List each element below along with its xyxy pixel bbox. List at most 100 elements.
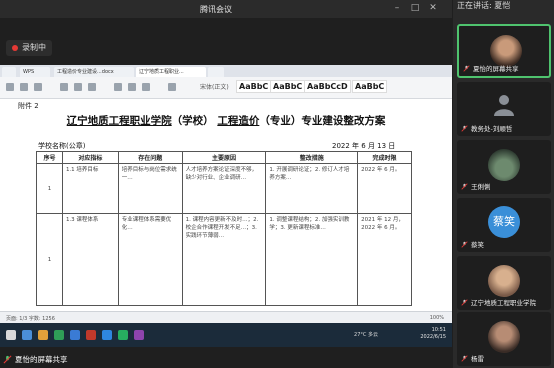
browser-tab[interactable] xyxy=(2,67,16,77)
recording-indicator[interactable]: 录制中 xyxy=(6,40,52,56)
browser-tab[interactable]: 工程造价专业建设...docx xyxy=(54,67,134,77)
font-selector[interactable]: 宋体(正文) xyxy=(200,82,229,91)
taskbar-clock[interactable]: 10:51 2022/6/15 xyxy=(420,327,446,341)
participant-avatar: 蔡笑 xyxy=(488,206,520,238)
title-suffix: （专业）专业建设整改方案 xyxy=(259,115,386,127)
zoom-level[interactable]: 100% xyxy=(430,315,444,321)
italic-icon[interactable] xyxy=(74,83,82,91)
file-explorer-icon[interactable] xyxy=(38,330,48,340)
participant-avatar xyxy=(488,149,520,181)
style-preset[interactable]: AaBbC xyxy=(270,80,306,93)
participant-name: 杨雷 xyxy=(471,355,484,363)
align-right-icon[interactable] xyxy=(142,83,150,91)
measure-cell: 1. 开展调研论证；2. 修订人才培养方案… xyxy=(265,163,359,214)
list-icon[interactable] xyxy=(168,83,176,91)
bold-icon[interactable] xyxy=(60,83,68,91)
start-icon[interactable] xyxy=(6,330,16,340)
mic-muted-icon xyxy=(3,355,12,363)
measure-cell: 1. 调整课程结构；2. 加强实训教学；3. 更新课程标准… xyxy=(265,213,359,306)
participant-name: 蔡笑 xyxy=(471,241,484,249)
participant-tile[interactable]: 辽宁地质工程职业学院 xyxy=(457,256,551,310)
wps-icon[interactable] xyxy=(86,330,96,340)
browser-icon[interactable] xyxy=(70,330,80,340)
minimize-icon[interactable]: – xyxy=(392,3,402,13)
deadline-cell: 2021 年 12 月，2022 年 6 月。 xyxy=(357,213,412,306)
tencent-meeting-icon[interactable] xyxy=(102,330,112,340)
copy-icon[interactable] xyxy=(34,83,42,91)
problem-cell: 培养目标与岗位需求统一… xyxy=(117,163,183,214)
row-number: 1 xyxy=(36,163,63,214)
clock-date: 2022/6/15 xyxy=(420,334,446,340)
participant-avatar xyxy=(488,321,520,353)
active-speaker-label: 正在讲话: 夏恺 xyxy=(457,1,511,10)
document-date: 2022 年 6 月 13 日 xyxy=(332,142,396,150)
mic-muted-icon xyxy=(461,241,468,248)
ribbon-toolbar: 宋体(正文) AaBbC AaBbC AaBbCcD AaBbC xyxy=(0,77,452,99)
app-icon[interactable] xyxy=(134,330,144,340)
participant-tile[interactable]: 教务处-刘顺哲 xyxy=(457,82,551,136)
participant-name: 王俐俐 xyxy=(471,183,491,191)
maximize-icon[interactable]: □ xyxy=(410,3,420,13)
recording-dot-icon xyxy=(12,45,18,51)
deadline-cell: 2022 年 6 月。 xyxy=(357,163,412,214)
table-row: 1 1.1 培养目标 培养目标与岗位需求统一… 人才培养方案论证深度不够，缺少对… xyxy=(36,163,412,214)
header-cell: 对应指标 xyxy=(61,151,119,164)
participant-panel: 正在讲话: 夏恺 夏怡的屏幕共享 教务处-刘顺哲 王俐俐 蔡笑 蔡笑 辽宁地质工… xyxy=(453,0,554,368)
mic-muted-icon xyxy=(461,125,468,132)
participant-avatar xyxy=(488,265,520,297)
mic-muted-icon xyxy=(463,65,470,72)
meeting-title-bar: 腾讯会议 – □ ✕ xyxy=(0,0,452,18)
row-number: 1 xyxy=(36,213,63,306)
clock-time: 10:51 xyxy=(431,327,446,333)
problem-cell: 专业课程体系需要优化… xyxy=(117,213,183,306)
new-tab-button[interactable] xyxy=(208,67,224,77)
paste-icon[interactable] xyxy=(6,83,14,91)
align-center-icon[interactable] xyxy=(128,83,136,91)
style-preset[interactable]: AaBbC xyxy=(352,80,388,93)
header-cell: 主要原因 xyxy=(181,151,267,164)
document-title: 辽宁地质工程职业学院（学校） 工程造价（专业）专业建设整改方案 xyxy=(0,113,452,128)
indicator-cell: 1.1 培养目标 xyxy=(61,163,119,214)
browser-tab-active[interactable]: 辽宁地质工程职业... xyxy=(136,67,206,77)
header-cell: 整改措施 xyxy=(265,151,359,164)
close-icon[interactable]: ✕ xyxy=(428,3,438,13)
wechat-icon[interactable] xyxy=(54,330,64,340)
mic-muted-icon xyxy=(461,183,468,190)
title-school-suffix: （学校） xyxy=(171,115,214,127)
header-cell: 存在问题 xyxy=(117,151,183,164)
underline-icon[interactable] xyxy=(88,83,96,91)
style-preset[interactable]: AaBbC xyxy=(236,80,272,93)
app-icon[interactable] xyxy=(118,330,128,340)
mic-muted-icon xyxy=(461,355,468,362)
participant-tile[interactable]: 王俐俐 xyxy=(457,140,551,194)
indicator-cell: 1.3 课程体系 xyxy=(61,213,119,306)
meeting-app-title: 腾讯会议 xyxy=(200,5,232,14)
rectification-table: 序号 对应指标 存在问题 主要原因 整改措施 完成时限 1 1.1 培养目标 培… xyxy=(36,151,412,306)
document-page[interactable]: 附件 2 辽宁地质工程职业学院（学校） 工程造价（专业）专业建设整改方案 学校名… xyxy=(0,99,452,311)
annex-label: 附件 2 xyxy=(18,102,39,110)
participant-name: 夏怡的屏幕共享 xyxy=(473,65,519,73)
table-row: 1 1.3 课程体系 专业课程体系需要优化… 1. 课程内容更新不及时…；2. … xyxy=(36,213,412,306)
screen-share-banner[interactable]: 夏怡的屏幕共享 xyxy=(0,352,68,366)
participant-name: 辽宁地质工程职业学院 xyxy=(471,299,536,307)
windows-taskbar: 27°C 多云 10:51 2022/6/15 xyxy=(0,323,452,347)
user-icon xyxy=(494,95,514,116)
search-icon[interactable] xyxy=(22,330,32,340)
participant-tile[interactable]: 杨雷 xyxy=(457,312,551,366)
weather-widget[interactable]: 27°C 多云 xyxy=(354,331,378,338)
cause-cell: 人才培养方案论证深度不够，缺少对行业、企业调研… xyxy=(181,163,267,214)
cut-icon[interactable] xyxy=(20,83,28,91)
cause-cell: 1. 课程内容更新不及时…；2. 校企合作课程开发不足…；3. 实践环节薄弱… xyxy=(181,213,267,306)
title-school: 辽宁地质工程职业学院 xyxy=(66,115,172,127)
school-name-label: 学校名称(公章) xyxy=(38,142,86,150)
align-left-icon[interactable] xyxy=(114,83,122,91)
header-cell: 完成时限 xyxy=(357,151,412,164)
browser-tab[interactable]: WPS xyxy=(20,67,50,77)
style-preset[interactable]: AaBbCcD xyxy=(304,80,351,93)
participant-tile[interactable]: 蔡笑 蔡笑 xyxy=(457,198,551,252)
participant-tile[interactable]: 夏怡的屏幕共享 xyxy=(457,24,551,78)
document-status-bar: 页面: 1/3 字数: 1256 100% xyxy=(0,311,452,323)
participant-name: 教务处-刘顺哲 xyxy=(471,125,513,133)
header-cell: 序号 xyxy=(36,151,63,164)
recording-label: 录制中 xyxy=(22,43,46,52)
